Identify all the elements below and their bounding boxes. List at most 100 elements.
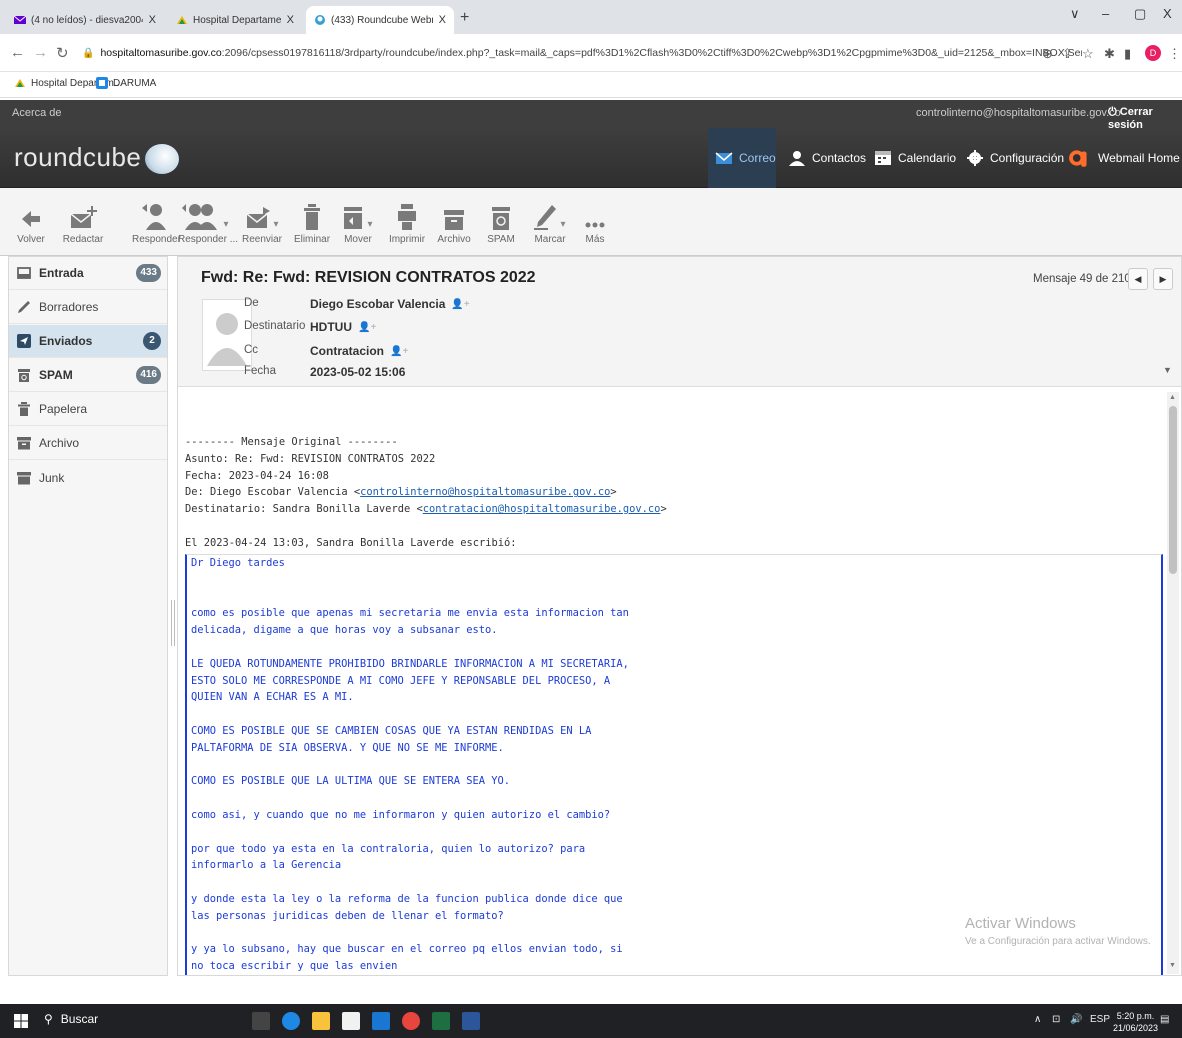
excel-icon[interactable]: [432, 1012, 450, 1030]
bookmark-star-icon[interactable]: ☆: [1082, 46, 1094, 62]
nav-label: Webmail Home: [1098, 151, 1180, 165]
bookmark-daruma[interactable]: DARUMA: [96, 77, 156, 89]
search-placeholder: Buscar: [60, 1012, 99, 1026]
store-icon[interactable]: [342, 1012, 360, 1030]
mail-icon: [14, 15, 26, 24]
tab-close-button[interactable]: X: [149, 14, 156, 26]
next-message-button[interactable]: ▶: [1153, 268, 1173, 290]
tab-close-button[interactable]: X: [287, 14, 294, 26]
tray-chevron-icon[interactable]: ∧: [1034, 1014, 1041, 1025]
about-link[interactable]: Acerca de: [12, 107, 62, 119]
more-label: Más: [585, 234, 605, 245]
compose-label: Redactar: [62, 234, 104, 245]
taskbar-search[interactable]: ⚲ Buscar: [44, 1012, 98, 1026]
forward-arrow-icon[interactable]: →: [33, 44, 48, 61]
forward-button[interactable]: ▾ Reenviar: [240, 198, 284, 245]
nav-webmail-home[interactable]: Webmail Home: [1068, 128, 1180, 188]
orig-to-email-link[interactable]: contratacion@hospitaltomasuribe.gov.co: [423, 503, 661, 515]
restore-button[interactable]: ▢: [1134, 6, 1146, 22]
spam-button[interactable]: SPAM: [484, 198, 518, 245]
taskbar-clock[interactable]: 5:20 p.m. 21/06/2023: [1113, 1010, 1158, 1034]
add-contact-icon[interactable]: 👤+: [358, 322, 376, 333]
scrollbar-thumb[interactable]: [1169, 406, 1177, 574]
folder-sent[interactable]: Enviados 2: [9, 325, 167, 358]
caret-left-icon: ◀: [1134, 274, 1142, 284]
windows-start-icon[interactable]: [14, 1014, 28, 1028]
profile-avatar[interactable]: D: [1145, 45, 1161, 61]
archive-button[interactable]: Archivo: [436, 198, 472, 245]
volume-icon[interactable]: 🔊: [1070, 1014, 1082, 1025]
nav-label: Contactos: [812, 151, 867, 165]
browser-tab-hospital[interactable]: Hospital Departamental Tomás U X: [168, 6, 302, 34]
mark-button[interactable]: ▾ Marcar: [530, 198, 570, 245]
back-button[interactable]: Volver: [16, 198, 46, 245]
reply-label: Responder: [132, 234, 181, 245]
move-button[interactable]: ▾ Mover: [340, 198, 376, 245]
url-field[interactable]: 🔒 hospitaltomasuribe.gov.co:2096/cpsess0…: [82, 40, 1082, 66]
language-indicator[interactable]: ESP: [1090, 1014, 1110, 1025]
sidepanel-icon[interactable]: ▮: [1124, 46, 1131, 62]
browser-tab-roundcube[interactable]: (433) Roundcube Webmail :: Fwd X: [306, 6, 454, 34]
task-view-icon[interactable]: [252, 1012, 270, 1030]
body-scrollbar[interactable]: ▲ ▼: [1167, 392, 1179, 974]
close-window-button[interactable]: X: [1163, 6, 1172, 21]
pane-resize-handle[interactable]: [171, 600, 175, 646]
from-value[interactable]: Diego Escobar Valencia 👤+: [310, 297, 470, 311]
zoom-icon[interactable]: ⊕: [1042, 46, 1053, 62]
to-name: HDTUU: [310, 320, 352, 334]
orig-from-email-link[interactable]: controlinterno@hospitaltomasuribe.gov.co: [360, 486, 610, 498]
folder-icon: [17, 471, 31, 484]
nav-contacts[interactable]: Contactos: [788, 128, 866, 188]
scroll-down-icon[interactable]: ▼: [1169, 962, 1176, 969]
message-body: -------- Mensaje Original -------- Asunt…: [178, 388, 1163, 975]
browser-tab-yahoo[interactable]: (4 no leídos) - diesva2004@yahoo X: [6, 6, 164, 34]
windows-taskbar: ⚲ Buscar ∧ ⊡ 🔊 ESP 5:20 p.m. 21/06/2023 ▤: [0, 1004, 1182, 1038]
add-contact-icon[interactable]: 👤+: [390, 346, 408, 357]
folder-trash[interactable]: Papelera: [9, 393, 167, 426]
tab-search-button[interactable]: ∨: [1070, 6, 1080, 22]
message-subject: Fwd: Re: Fwd: REVISION CONTRATOS 2022: [201, 269, 536, 286]
file-explorer-icon[interactable]: [312, 1012, 330, 1030]
date-value: 2023-05-02 15:06: [310, 365, 405, 379]
dropdown-arrow-icon: ▾: [367, 219, 373, 230]
folder-inbox[interactable]: Entrada 433: [9, 257, 167, 290]
network-icon[interactable]: ⊡: [1052, 1014, 1060, 1025]
reply-button[interactable]: Responder: [132, 198, 181, 245]
folder-junk[interactable]: Junk: [9, 461, 167, 494]
back-label: Volver: [17, 234, 45, 245]
nav-settings[interactable]: Configuración: [966, 128, 1064, 188]
scroll-up-icon[interactable]: ▲: [1169, 394, 1176, 401]
to-value[interactable]: HDTUU 👤+: [310, 320, 376, 334]
folder-drafts[interactable]: Borradores: [9, 291, 167, 324]
reload-icon[interactable]: ↻: [56, 44, 69, 62]
edge-browser-icon[interactable]: [282, 1012, 300, 1030]
nav-calendar[interactable]: Calendario: [874, 128, 956, 188]
hospital-logo-icon: [15, 79, 25, 87]
extensions-icon[interactable]: ✱: [1104, 46, 1115, 62]
reply-all-button[interactable]: ▾ Responder ...: [178, 198, 238, 245]
minimize-button[interactable]: –: [1102, 6, 1109, 21]
roundcube-logo[interactable]: roundcube: [14, 142, 180, 175]
reply-person-icon: [142, 204, 166, 230]
print-button[interactable]: Imprimir: [388, 198, 426, 245]
add-contact-icon[interactable]: 👤+: [451, 299, 469, 310]
new-tab-button[interactable]: +: [460, 9, 469, 27]
logo-text: roundcube: [14, 142, 142, 172]
word-icon[interactable]: [462, 1012, 480, 1030]
chrome-icon[interactable]: [402, 1012, 420, 1030]
more-button[interactable]: Más: [580, 198, 610, 245]
delete-button[interactable]: Eliminar: [292, 198, 332, 245]
cc-value[interactable]: Contratacion 👤+: [310, 344, 408, 358]
back-arrow-icon[interactable]: ←: [10, 44, 25, 61]
tab-close-button[interactable]: X: [439, 14, 446, 26]
folder-archive[interactable]: Archivo: [9, 427, 167, 460]
previous-message-button[interactable]: ◀: [1128, 268, 1148, 290]
compose-button[interactable]: Redactar: [62, 198, 104, 245]
nav-mail[interactable]: Correo: [708, 128, 776, 188]
folder-spam[interactable]: SPAM 416: [9, 359, 167, 392]
browser-menu-icon[interactable]: ⋮: [1168, 46, 1181, 62]
share-icon[interactable]: ⇪: [1062, 46, 1073, 62]
mail-app-icon[interactable]: [372, 1012, 390, 1030]
header-toggle-chevron-icon[interactable]: ▼: [1163, 365, 1172, 375]
notifications-icon[interactable]: ▤: [1160, 1014, 1169, 1025]
